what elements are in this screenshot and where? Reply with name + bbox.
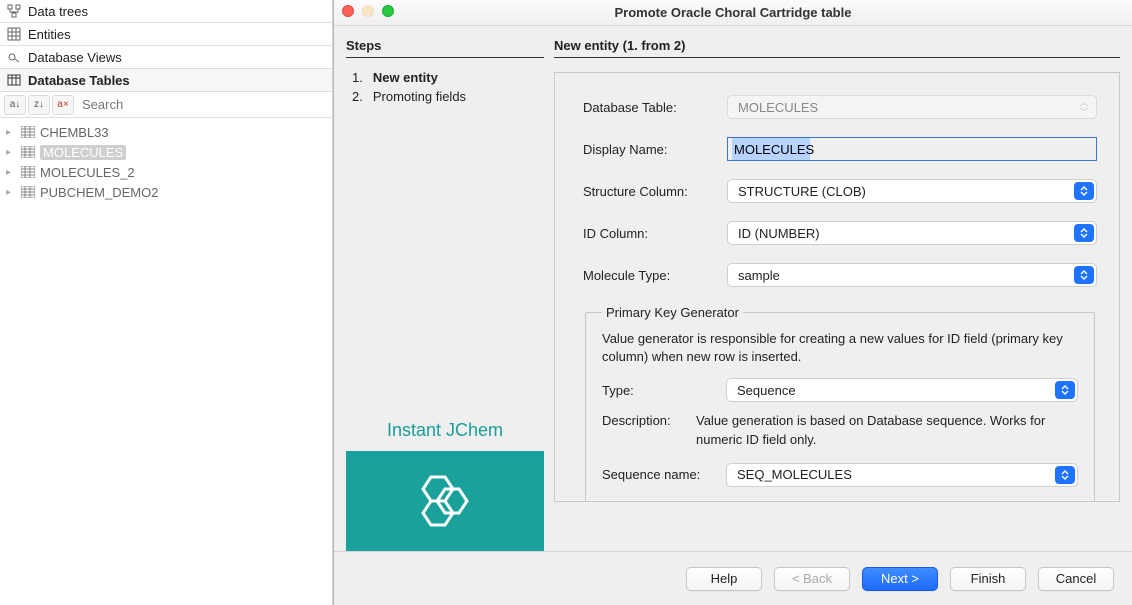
window-minimize-button[interactable] (362, 5, 374, 17)
chevron-updown-icon (1074, 182, 1094, 200)
step-item: 1. New entity (346, 68, 544, 87)
nav-db-views[interactable]: Database Views (0, 46, 332, 69)
search-toolbar: a↓ z↓ a× (0, 92, 332, 118)
group-legend: Primary Key Generator (602, 305, 743, 320)
id-column-value: ID (NUMBER) (738, 226, 820, 241)
tree-item[interactable]: ▸ MOLECULES (2, 142, 330, 162)
back-button[interactable]: < Back (774, 567, 850, 591)
steps-list: 1. New entity 2. Promoting fields (346, 68, 544, 106)
step-item: 2. Promoting fields (346, 87, 544, 106)
tree-label: CHEMBL33 (40, 125, 109, 140)
sidebar: Data trees Entities Database Views Datab… (0, 0, 333, 605)
tree-item[interactable]: ▸ MOLECULES_2 (2, 162, 330, 182)
nav-db-tables[interactable]: Database Tables (0, 69, 332, 92)
tree-item[interactable]: ▸ PUBCHEM_DEMO2 (2, 182, 330, 202)
sort-asc-button[interactable]: a↓ (4, 95, 26, 115)
table-icon (20, 184, 36, 200)
structure-column-select[interactable]: STRUCTURE (CLOB) (727, 179, 1097, 203)
nav-entities[interactable]: Entities (0, 23, 332, 46)
caret-icon: ▸ (6, 187, 16, 198)
database-table-value: MOLECULES (738, 100, 818, 115)
tree-label: PUBCHEM_DEMO2 (40, 185, 158, 200)
pkg-sequence-value: SEQ_MOLECULES (737, 467, 852, 482)
tree-label: MOLECULES_2 (40, 165, 135, 180)
database-table-label: Database Table: (583, 100, 711, 115)
pkg-seq-label: Sequence name: (602, 467, 712, 482)
tree-icon (6, 3, 22, 19)
display-name-label: Display Name: (583, 142, 711, 157)
nav-data-trees[interactable]: Data trees (0, 0, 332, 23)
chevron-updown-icon (1074, 224, 1094, 242)
dialog-footer: Help < Back Next > Finish Cancel (334, 551, 1132, 605)
window-close-button[interactable] (342, 5, 354, 17)
primary-key-generator-group: Primary Key Generator Value generator is… (585, 305, 1095, 502)
nav-label: Database Tables (28, 73, 130, 88)
form-heading: New entity (1. from 2) (554, 38, 1120, 58)
brand-label: Instant JChem (346, 420, 544, 451)
chevron-updown-icon (1074, 266, 1094, 284)
molecule-type-label: Molecule Type: (583, 268, 711, 283)
form-panel: Database Table: MOLECULES Display Name: … (554, 72, 1120, 502)
pkg-type-select[interactable]: Sequence (726, 378, 1078, 402)
chevron-updown-icon (1055, 466, 1075, 484)
id-column-select[interactable]: ID (NUMBER) (727, 221, 1097, 245)
table-icon (20, 124, 36, 140)
next-button[interactable]: Next > (862, 567, 938, 591)
view-icon (6, 49, 22, 65)
table-tree: ▸ CHEMBL33 ▸ MOLECULES ▸ MOLECULES_2 ▸ P… (0, 118, 332, 206)
tree-label: MOLECULES (40, 145, 126, 160)
sort-desc-button[interactable]: z↓ (28, 95, 50, 115)
brand-banner (346, 451, 544, 551)
nav-label: Database Views (28, 50, 122, 65)
database-table-select[interactable]: MOLECULES (727, 95, 1097, 119)
id-column-label: ID Column: (583, 226, 711, 241)
pkg-desc-value: Value generation is based on Database se… (696, 412, 1078, 448)
structure-column-value: STRUCTURE (CLOB) (738, 184, 866, 199)
table-icon (6, 72, 22, 88)
window-zoom-button[interactable] (382, 5, 394, 17)
caret-icon: ▸ (6, 127, 16, 138)
titlebar: Promote Oracle Choral Cartridge table (334, 0, 1132, 26)
nav-label: Entities (28, 27, 71, 42)
group-intro: Value generator is responsible for creat… (602, 330, 1078, 366)
tree-item[interactable]: ▸ CHEMBL33 (2, 122, 330, 142)
caret-icon: ▸ (6, 147, 16, 158)
hexagon-logo-icon (413, 473, 477, 529)
nav-label: Data trees (28, 4, 88, 19)
window-title: Promote Oracle Choral Cartridge table (334, 5, 1132, 20)
pkg-sequence-select[interactable]: SEQ_MOLECULES (726, 463, 1078, 487)
grid-icon (6, 26, 22, 42)
caret-icon: ▸ (6, 167, 16, 178)
table-icon (20, 164, 36, 180)
steps-heading: Steps (346, 38, 544, 58)
finish-button[interactable]: Finish (950, 567, 1026, 591)
display-name-input[interactable] (727, 137, 1097, 161)
molecule-type-select[interactable]: sample (727, 263, 1097, 287)
molecule-type-value: sample (738, 268, 780, 283)
wizard-dialog: Promote Oracle Choral Cartridge table St… (333, 0, 1132, 605)
help-button[interactable]: Help (686, 567, 762, 591)
step-label: Promoting fields (373, 89, 466, 104)
pkg-type-value: Sequence (737, 383, 796, 398)
clear-filter-button[interactable]: a× (52, 95, 74, 115)
chevron-updown-icon (1055, 381, 1075, 399)
table-icon (20, 144, 36, 160)
cancel-button[interactable]: Cancel (1038, 567, 1114, 591)
step-label: New entity (373, 70, 438, 85)
structure-column-label: Structure Column: (583, 184, 711, 199)
pkg-type-label: Type: (602, 383, 712, 398)
search-input[interactable] (76, 94, 328, 115)
pkg-desc-label: Description: (602, 412, 690, 448)
